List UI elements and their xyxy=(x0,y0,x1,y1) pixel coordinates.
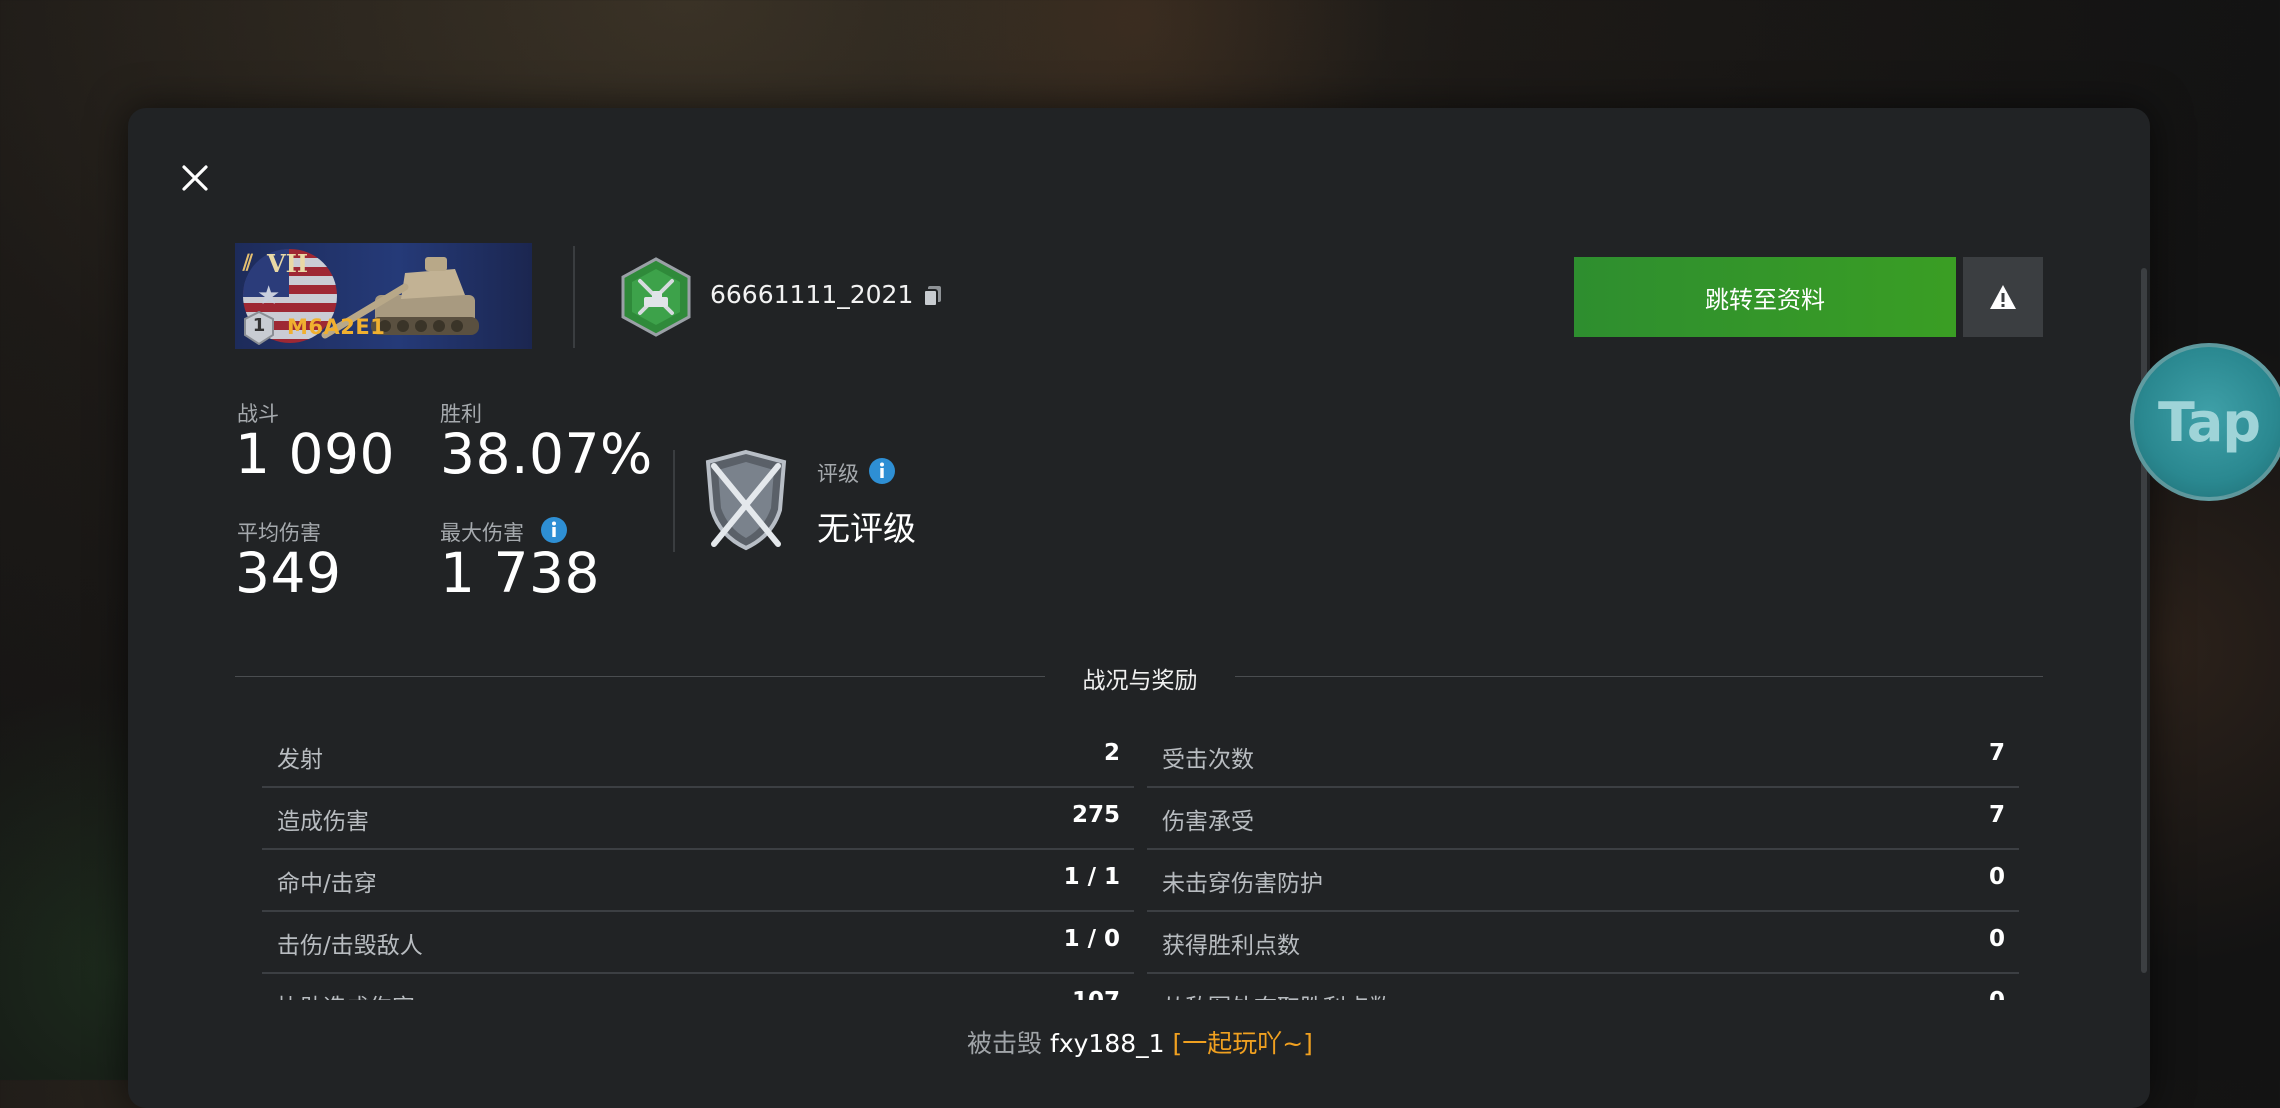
tier-chevron-icon: ⫽ xyxy=(243,251,253,276)
destroyed-by-label: 被击毁 xyxy=(967,1029,1043,1058)
destroyed-by-footer: 被击毁 fxy188_1 [一起玩吖~] xyxy=(0,1024,2280,1060)
tap-label: Tap xyxy=(2158,390,2261,454)
table-row: 受击次数 7 xyxy=(1147,726,2019,788)
table-row: 协助造成伤害 107 xyxy=(262,974,1134,1000)
mastery-badge: 1 xyxy=(243,310,275,346)
star-icon: ★ xyxy=(257,281,281,311)
table-row: 造成伤害 275 xyxy=(262,788,1134,850)
divider xyxy=(573,246,575,348)
close-icon xyxy=(182,165,208,191)
table-row: 获得胜利点数 0 xyxy=(1147,912,2019,974)
section-divider xyxy=(1235,676,2043,677)
rating-label: 评级 xyxy=(817,462,859,486)
warning-icon xyxy=(1990,285,2016,309)
battle-stats-left: 发射 2 造成伤害 275 命中/击穿 1 / 1 击伤/击毁敌人 1 / 0 … xyxy=(262,726,1134,1000)
killer-name[interactable]: fxy188_1 xyxy=(1050,1029,1165,1058)
table-row: 击伤/击毁敌人 1 / 0 xyxy=(262,912,1134,974)
section-divider xyxy=(235,676,1045,677)
winrate-value: 38.07% xyxy=(440,422,653,486)
table-row: 发射 2 xyxy=(262,726,1134,788)
info-icon[interactable] xyxy=(868,457,896,485)
info-icon[interactable] xyxy=(540,516,568,544)
battle-stats-right: 受击次数 7 伤害承受 7 未击穿伤害防护 0 获得胜利点数 0 从敌军处夺取胜… xyxy=(1147,726,2019,1000)
player-emblem-icon xyxy=(621,257,691,337)
close-button[interactable] xyxy=(172,155,218,201)
report-button[interactable] xyxy=(1963,257,2043,337)
tank-name: M6A2E1 xyxy=(287,315,386,339)
tank-card[interactable]: ★ ⫽ VII 1 M6A2E1 xyxy=(235,243,532,349)
divider xyxy=(673,450,675,552)
max-damage-value: 1 738 xyxy=(440,541,600,605)
rating-value: 无评级 xyxy=(817,509,916,548)
table-row: 伤害承受 7 xyxy=(1147,788,2019,850)
tap-floating-button[interactable]: Tap xyxy=(2130,343,2280,501)
player-name: 66661111_2021 xyxy=(710,280,914,309)
killer-clan-tag[interactable]: [一起玩吖~] xyxy=(1172,1029,1312,1058)
table-row: 从敌军处夺取胜利点数 0 xyxy=(1147,974,2019,1000)
battles-value: 1 090 xyxy=(235,422,395,486)
section-title: 战况与奖励 xyxy=(1082,668,1198,694)
rating-shield-icon xyxy=(705,449,787,551)
copy-icon[interactable] xyxy=(922,284,944,308)
goto-profile-button[interactable]: 跳转至资料 xyxy=(1574,257,1956,337)
avg-damage-value: 349 xyxy=(235,541,342,605)
tank-tier: VII xyxy=(267,249,309,278)
table-row: 命中/击穿 1 / 1 xyxy=(262,850,1134,912)
table-row: 未击穿伤害防护 0 xyxy=(1147,850,2019,912)
